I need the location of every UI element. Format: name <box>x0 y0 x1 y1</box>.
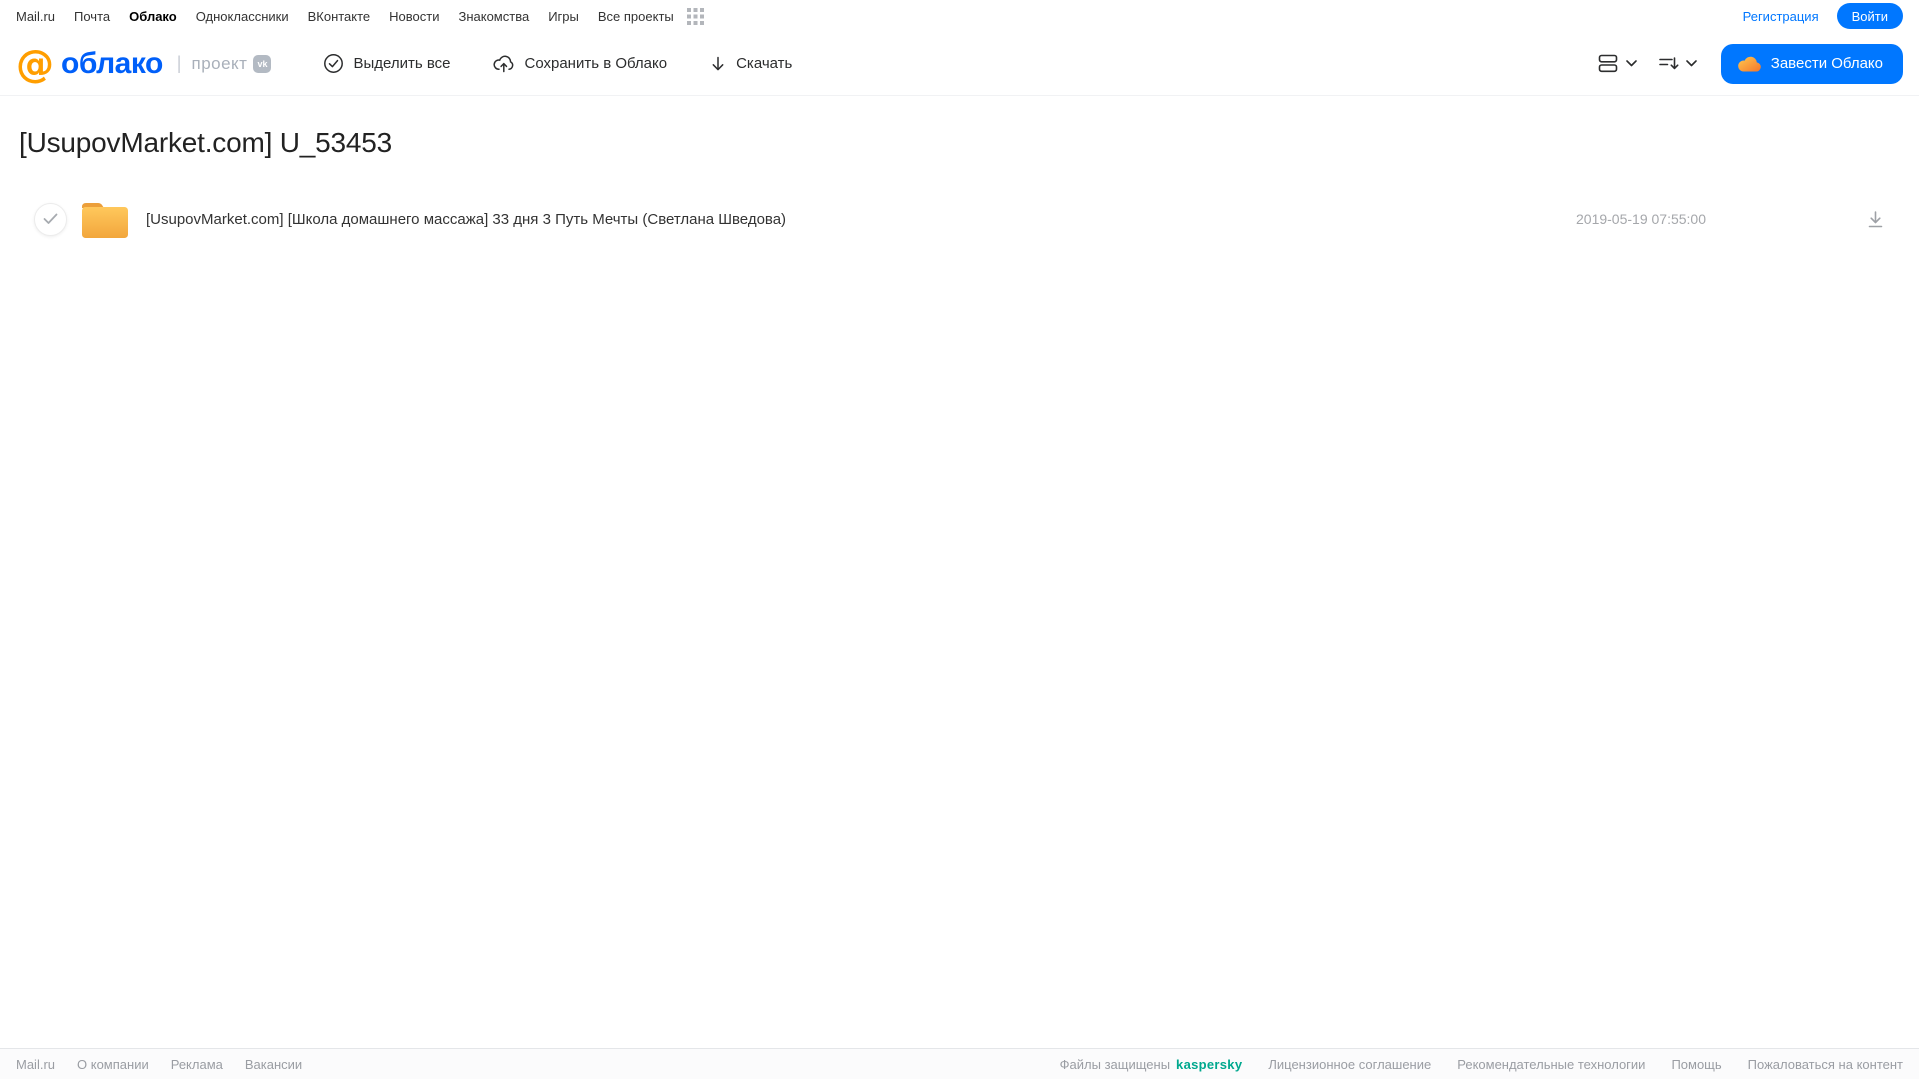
all-projects-grid-icon[interactable] <box>686 7 704 25</box>
file-date: 2019-05-19 07:55:00 <box>1576 211 1706 227</box>
nav-odnoklassniki[interactable]: Одноклассники <box>196 9 289 24</box>
cloud-logo[interactable]: @ облако | проект vk <box>16 41 272 86</box>
footer-ads-link[interactable]: Реклама <box>171 1057 223 1072</box>
row-download-button[interactable] <box>1866 210 1885 229</box>
register-link[interactable]: Регистрация <box>1743 9 1819 24</box>
nav-igry[interactable]: Игры <box>548 9 579 24</box>
kaspersky-protection-note: Файлы защищены kaspersky <box>1060 1057 1243 1072</box>
save-to-cloud-label: Сохранить в Облако <box>524 55 668 72</box>
nav-all-projects[interactable]: Все проекты <box>598 9 674 24</box>
row-checkbox[interactable] <box>34 202 67 236</box>
kaspersky-logo[interactable]: kaspersky <box>1176 1057 1242 1072</box>
cloud-upload-icon <box>492 53 515 74</box>
top-nav-right: Регистрация Войти <box>1743 3 1903 29</box>
footer-license-link[interactable]: Лицензионное соглашение <box>1268 1057 1431 1072</box>
footer-jobs-link[interactable]: Вакансии <box>245 1057 302 1072</box>
sort-control[interactable] <box>1658 55 1697 72</box>
select-all-button[interactable]: Выделить все <box>323 53 450 74</box>
sort-icon <box>1658 55 1679 72</box>
top-nav-links: Mail.ru Почта Облако Одноклассники ВКонт… <box>16 7 704 25</box>
cloud-icon <box>1737 55 1761 72</box>
file-toolbar: Выделить все Сохранить в Облако Скачать <box>323 53 792 74</box>
footer-recommendations-link[interactable]: Рекомендательные технологии <box>1457 1057 1645 1072</box>
page-title: [UsupovMarket.com] U_53453 <box>19 127 392 158</box>
nav-pochta[interactable]: Почта <box>74 9 110 24</box>
nav-oblako[interactable]: Облако <box>129 9 177 24</box>
logo-divider: | <box>176 53 182 73</box>
project-vk-label: проект <box>191 53 248 73</box>
main-content: [UsupovMarket.com] U_53453 [UsupovMarket… <box>0 127 1919 243</box>
header-right-controls: Завести Облако <box>1598 43 1903 84</box>
get-cloud-label: Завести Облако <box>1770 55 1883 72</box>
chevron-down-icon <box>1685 60 1697 67</box>
chevron-down-icon <box>1625 60 1637 67</box>
select-all-label: Выделить все <box>353 55 451 72</box>
mailru-at-icon: @ <box>16 41 54 86</box>
vk-logo-icon: vk <box>253 54 272 73</box>
download-arrow-icon <box>709 55 727 73</box>
folder-icon[interactable] <box>80 199 130 239</box>
save-to-cloud-button[interactable]: Сохранить в Облако <box>492 53 667 74</box>
footer-left-links: Mail.ru О компании Реклама Вакансии <box>16 1057 302 1072</box>
footer-about-link[interactable]: О компании <box>77 1057 149 1072</box>
footer-help-link[interactable]: Помощь <box>1671 1057 1721 1072</box>
get-cloud-button[interactable]: Завести Облако <box>1720 43 1903 84</box>
file-row[interactable]: [UsupovMarket.com] [Школа домашнего масс… <box>0 195 1919 243</box>
check-circle-icon <box>323 53 344 74</box>
protected-label: Файлы защищены <box>1059 1056 1171 1072</box>
header-bar: @ облако | проект vk Выделить все Сохран… <box>0 32 1919 96</box>
top-nav-bar: Mail.ru Почта Облако Одноклассники ВКонт… <box>0 0 1919 32</box>
footer-right-links: Файлы защищены kaspersky Лицензионное со… <box>1060 1057 1903 1072</box>
footer-mailru-link[interactable]: Mail.ru <box>16 1057 55 1072</box>
footer-bar: Mail.ru О компании Реклама Вакансии Файл… <box>0 1048 1919 1079</box>
nav-mailru[interactable]: Mail.ru <box>16 9 55 24</box>
view-switcher[interactable] <box>1598 54 1637 73</box>
logo-text: облако <box>61 46 163 80</box>
login-button[interactable]: Войти <box>1836 3 1903 29</box>
list-view-icon <box>1598 54 1619 73</box>
file-name-link[interactable]: [UsupovMarket.com] [Школа домашнего масс… <box>146 211 786 228</box>
download-label: Скачать <box>736 55 793 72</box>
nav-novosti[interactable]: Новости <box>389 9 439 24</box>
nav-vkontakte[interactable]: ВКонтакте <box>308 9 371 24</box>
nav-znakomstva[interactable]: Знакомства <box>458 9 529 24</box>
footer-report-link[interactable]: Пожаловаться на контент <box>1748 1057 1903 1072</box>
download-button[interactable]: Скачать <box>709 55 792 73</box>
